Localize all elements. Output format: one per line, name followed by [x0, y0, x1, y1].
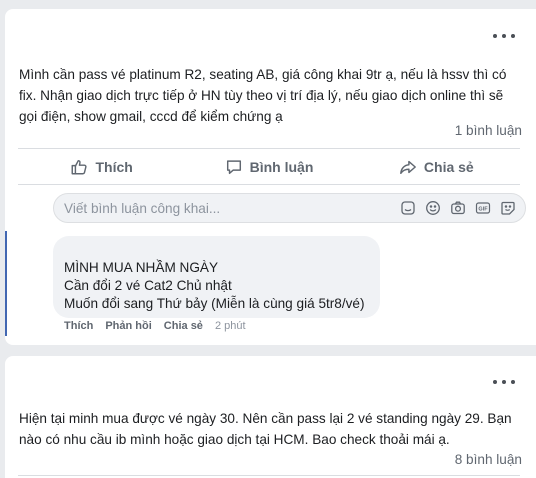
comment-tools: GIF	[399, 199, 525, 217]
comment-count-link[interactable]: 8 bình luận	[455, 452, 522, 467]
sticker-icon[interactable]	[399, 199, 417, 217]
comment-button[interactable]: Bình luận	[185, 149, 352, 184]
post-actions: Thích Bình luận Chia sẻ	[18, 149, 520, 184]
comment-count-link[interactable]: 1 bình luận	[455, 123, 522, 138]
more-icon[interactable]	[493, 29, 515, 43]
post-card: Mình cần pass vé platinum R2, seating AB…	[5, 9, 536, 345]
post-card: Hiện tại minh mua được vé ngày 30. Nên c…	[5, 356, 536, 478]
comment-actions: Thích Phản hồi Chia sẻ 2 phút	[64, 320, 246, 332]
avatar-sticker-icon[interactable]	[499, 199, 517, 217]
comment-timestamp[interactable]: 2 phút	[215, 320, 246, 332]
comment-input[interactable]: Viết bình luận công khai... GIF	[53, 193, 526, 223]
more-icon[interactable]	[493, 375, 515, 389]
share-icon	[399, 160, 416, 174]
thread-indicator	[5, 231, 7, 336]
comment-icon	[226, 159, 241, 174]
post-text: Mình cần pass vé platinum R2, seating AB…	[19, 67, 507, 124]
post-text: Hiện tại minh mua được vé ngày 30. Nên c…	[19, 411, 512, 447]
divider	[18, 475, 520, 476]
comment-placeholder: Viết bình luận công khai...	[64, 200, 221, 216]
comment-bubble: MÌNH MUA NHẦM NGÀY Cần đổi 2 vé Cat2 Chủ…	[53, 236, 380, 318]
like-button[interactable]: Thích	[18, 149, 185, 184]
camera-icon[interactable]	[449, 199, 467, 217]
comment-text-line: Muốn đổi sang Thứ bảy (Miễn là cùng giá …	[64, 296, 365, 311]
comment-label: Bình luận	[249, 158, 314, 175]
comment-text-line: MÌNH MUA NHẦM NGÀY	[64, 260, 219, 275]
share-button[interactable]: Chia sẻ	[353, 149, 520, 184]
comment-text-line: Cần đổi 2 vé Cat2 Chủ nhật	[64, 278, 232, 293]
comment-like-link[interactable]: Thích	[64, 320, 93, 332]
gif-icon[interactable]: GIF	[474, 199, 492, 217]
emoji-icon[interactable]	[424, 199, 442, 217]
like-label: Thích	[95, 158, 133, 175]
svg-text:GIF: GIF	[478, 206, 488, 212]
divider	[18, 184, 520, 185]
comment-share-link[interactable]: Chia sẻ	[164, 320, 203, 332]
share-label: Chia sẻ	[423, 158, 474, 175]
like-icon	[72, 159, 88, 174]
comment-reply-link[interactable]: Phản hồi	[105, 320, 151, 332]
